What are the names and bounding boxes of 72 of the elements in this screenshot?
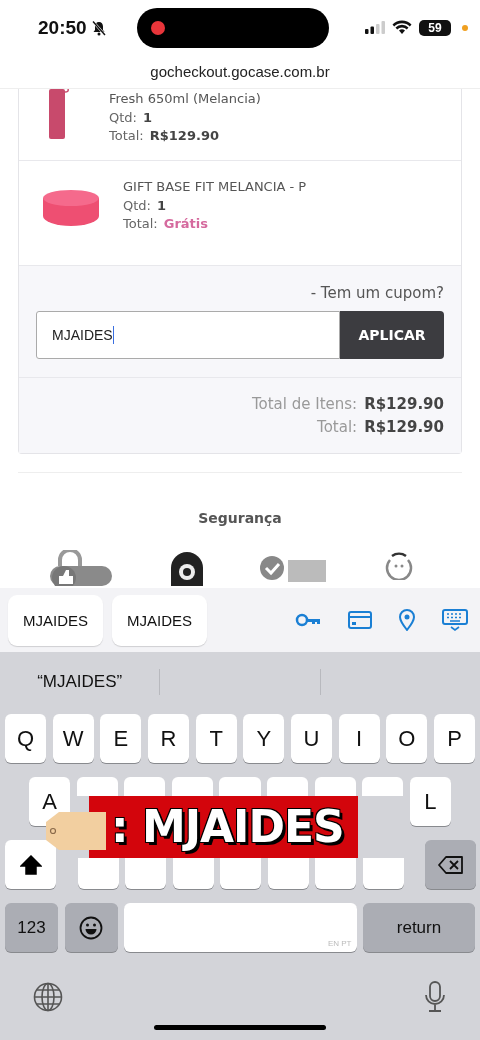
section-title: Segurança [197,510,283,526]
total-value: R$129.90 [364,394,444,415]
globe-icon[interactable] [33,982,63,1012]
keyboard-icon[interactable] [442,609,468,631]
autofill-suggestion[interactable]: MJAIDES [8,594,103,646]
keyboard-key[interactable] [362,858,404,889]
apply-button[interactable]: APLICAR [340,311,444,359]
clock-time: 20:50 [38,16,87,39]
battery-indicator: 59 [419,19,451,36]
backspace-icon [437,854,464,875]
total-label: Total: [123,216,158,231]
keyboard-key[interactable] [172,858,214,889]
privacy-dot-icon [462,24,468,31]
key-icon[interactable] [295,613,321,627]
keyboard-key[interactable] [125,858,166,889]
product-name: GIFT BASE FIT MELANCIA - P [123,178,307,196]
keyboard-key[interactable]: O [386,714,428,763]
keyboard-key[interactable]: Q [5,714,47,763]
delete-key[interactable] [425,840,476,889]
keyboard-key[interactable]: E [100,714,142,763]
keyboard-key[interactable]: T [195,714,237,763]
keyboard-key[interactable]: W [52,714,94,763]
keyboard-key[interactable]: P [433,714,476,763]
microphone-icon[interactable] [424,981,446,1013]
total-label: Total: [317,417,358,438]
face-ring-icon [384,550,414,580]
autofill-suggestion[interactable]: MJAIDES [112,594,208,646]
quantity-value: 1 [156,197,166,213]
credit-card-icon[interactable] [348,611,372,629]
keyboard-key[interactable] [124,777,166,796]
quantity-label: Qtd: [123,197,151,213]
keyboard-key[interactable]: U [290,714,333,763]
shift-key[interactable] [5,840,56,889]
free-price: Grátis [163,216,208,231]
keyboard-key[interactable] [219,777,261,796]
price-tag-icon [45,811,107,851]
quantity-label: Qtd: [109,109,137,125]
language-hint: EN PT [327,939,352,948]
keyboard-key[interactable]: R [147,714,190,763]
coupon-link[interactable]: - Tem um cupom? [36,284,444,302]
quantity-value: 1 [142,109,152,125]
keyboard-key[interactable]: L [409,777,451,826]
keyboard-key[interactable] [220,858,261,889]
numbers-key[interactable]: 123 [5,903,58,952]
keyboard-key[interactable] [315,858,356,889]
keyboard-key[interactable] [267,858,309,889]
total-value: R$129.90 [364,417,444,438]
keyboard-key[interactable] [171,777,213,796]
recording-dot-icon [150,20,165,35]
smiley-icon [79,915,103,940]
shift-arrow-icon [19,854,42,875]
wifi-icon [392,20,412,35]
product-name: Fresh 650ml (Melancia) [109,90,261,108]
keyboard-key[interactable] [267,777,309,796]
location-pin-icon[interactable] [399,609,415,631]
keyboard-key[interactable] [76,777,118,796]
price: R$129.90 [149,128,219,143]
keyboard-key[interactable]: Y [243,714,285,763]
keyboard-key[interactable] [77,858,119,889]
word-suggestion[interactable]: “MJAIDES” [37,672,123,692]
keyboard-key[interactable] [362,777,404,796]
keyboard-key[interactable] [314,777,356,796]
url-text[interactable]: gocheckout.gocase.com.br [150,63,330,80]
total-label: Total de Itens: [251,394,358,415]
keyboard-key[interactable]: I [338,714,380,763]
coupon-input-field[interactable]: MJAIDES [36,311,340,359]
signal-icon [365,21,385,34]
emoji-key[interactable] [64,903,118,952]
return-key[interactable]: return [363,903,475,952]
caption-text: : MJAIDES [110,800,345,854]
bell-muted-icon [90,19,107,36]
total-label: Total: [109,128,144,143]
